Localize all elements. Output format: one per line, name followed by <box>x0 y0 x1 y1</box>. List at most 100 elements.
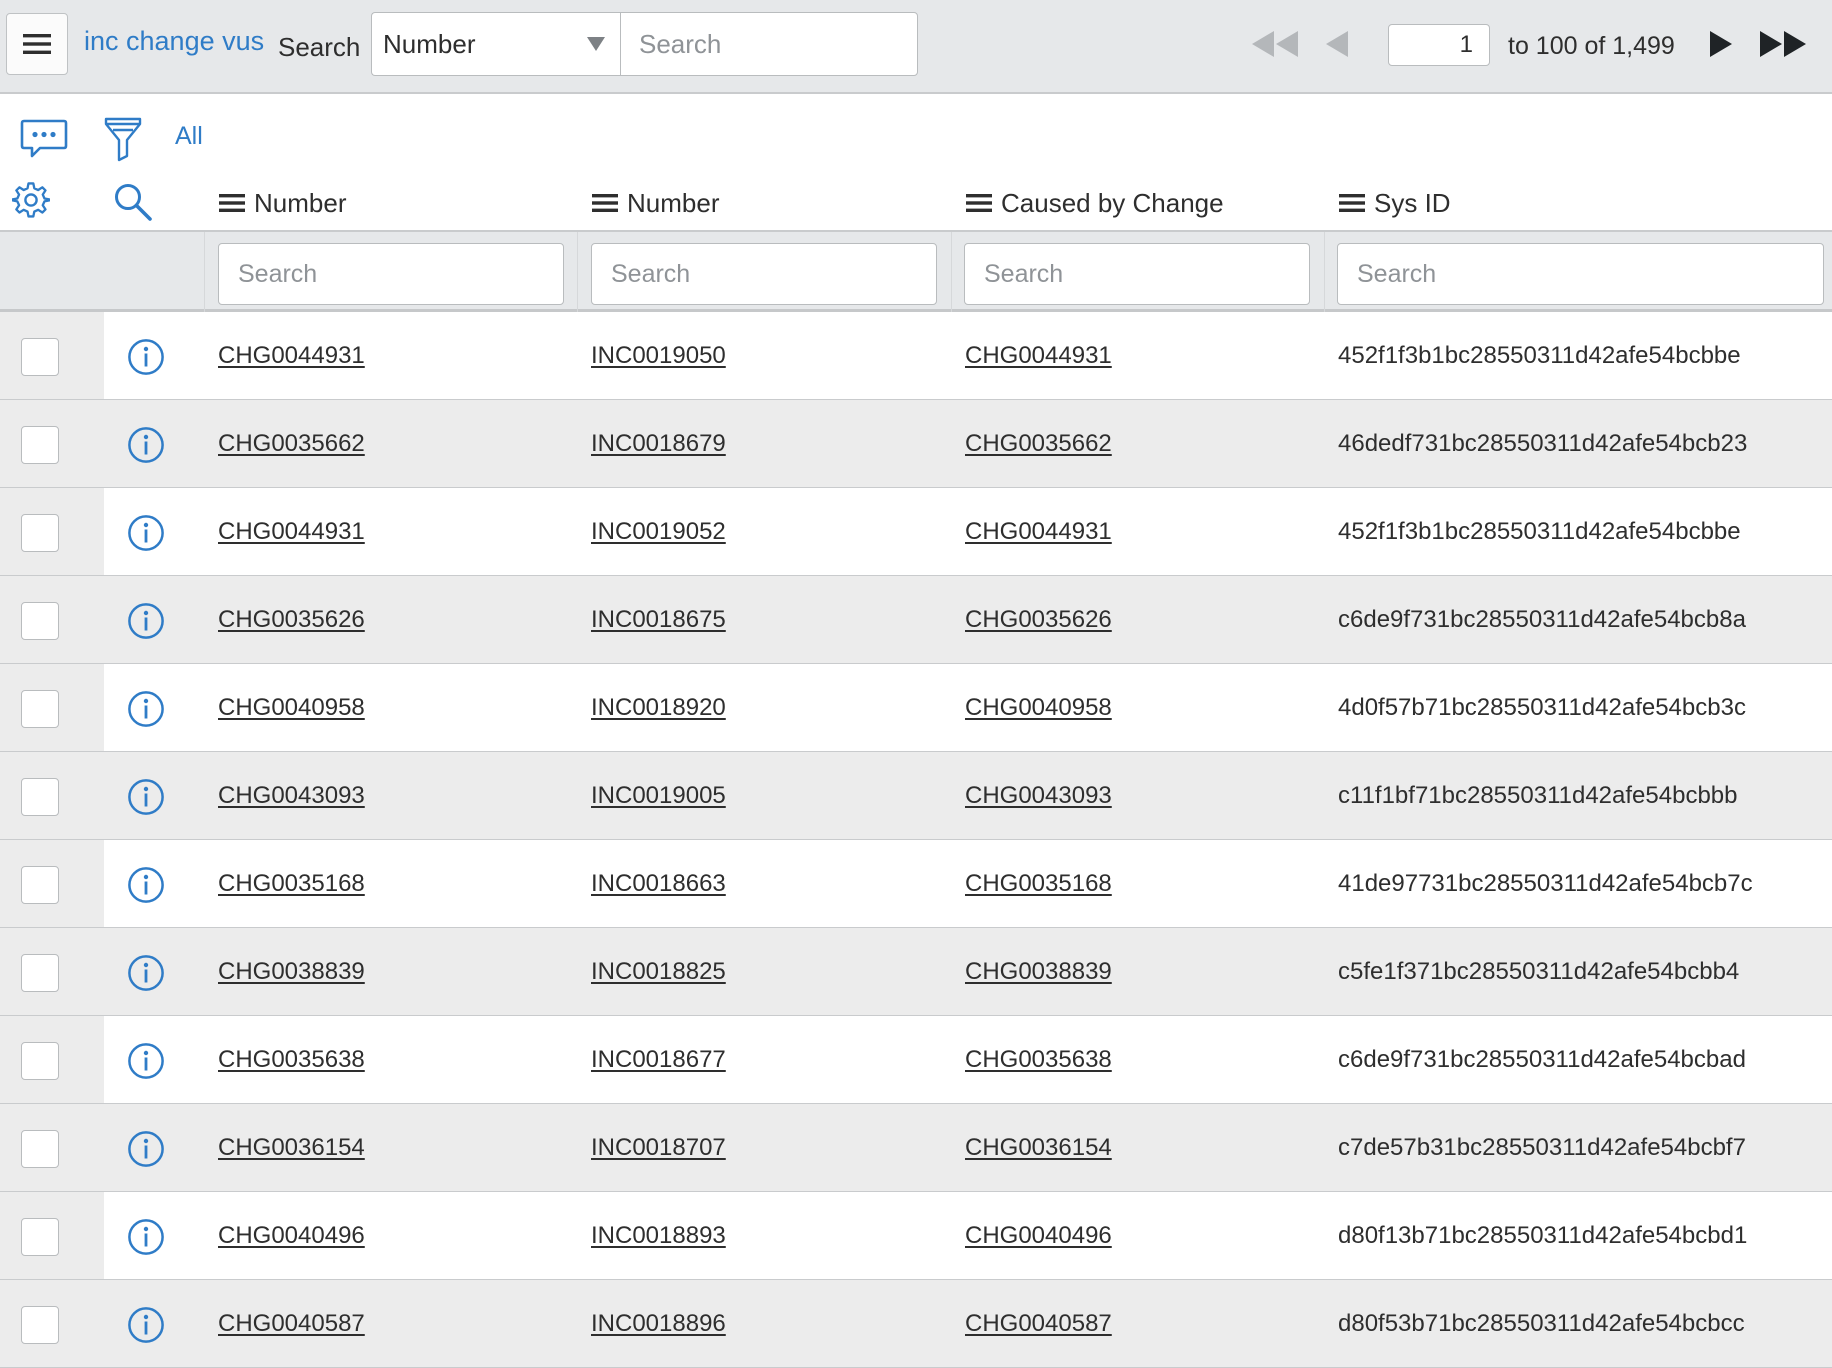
column-menu-icon[interactable] <box>592 193 618 213</box>
column-header-sys-id[interactable]: Sys ID <box>1339 186 1451 220</box>
column-menu-icon[interactable] <box>1339 193 1365 213</box>
table-row: CHG0040587 INC0018896 CHG0040587 d80f53b71b… <box>0 1280 1832 1368</box>
row-select-checkbox[interactable] <box>21 338 59 376</box>
double-right-arrow-icon <box>1760 31 1806 57</box>
caused-by-change-link[interactable]: CHG0035168 <box>965 870 1112 898</box>
incident-number-link[interactable]: INC0019052 <box>591 518 726 546</box>
caused-by-change-link[interactable]: CHG0043093 <box>965 782 1112 810</box>
info-circle-icon[interactable] <box>127 690 165 728</box>
change-number-link[interactable]: CHG0035662 <box>218 430 365 458</box>
last-page-button[interactable] <box>1756 26 1808 62</box>
caused-by-change-link[interactable]: CHG0038839 <box>965 958 1112 986</box>
change-number-link[interactable]: CHG0035168 <box>218 870 365 898</box>
caused-by-change-link[interactable]: CHG0044931 <box>965 342 1112 370</box>
table-row: CHG0035168 INC0018663 CHG0035168 41de97731b… <box>0 840 1832 928</box>
row-select-checkbox[interactable] <box>21 426 59 464</box>
row-select-checkbox[interactable] <box>21 690 59 728</box>
change-number-link[interactable]: CHG0044931 <box>218 342 365 370</box>
info-circle-icon[interactable] <box>127 1306 165 1344</box>
change-number-link[interactable]: CHG0035626 <box>218 606 365 634</box>
column-header-number[interactable]: Number <box>219 186 346 220</box>
change-number-link[interactable]: CHG0036154 <box>218 1134 365 1162</box>
gear-icon[interactable] <box>12 181 50 219</box>
column-header-caused-by-change[interactable]: Caused by Change <box>966 186 1224 220</box>
list-menu-button[interactable] <box>6 13 68 75</box>
incident-number-link[interactable]: INC0018679 <box>591 430 726 458</box>
info-circle-icon[interactable] <box>127 1130 165 1168</box>
incident-number-link[interactable]: INC0018825 <box>591 958 726 986</box>
change-number-link[interactable]: CHG0043093 <box>218 782 365 810</box>
list-search-input[interactable] <box>620 12 918 76</box>
list-title[interactable]: inc change vus <box>84 26 264 57</box>
incident-number-link[interactable]: INC0019050 <box>591 342 726 370</box>
list-header: inc change vus Search Number to 100 of 1… <box>0 0 1832 94</box>
row-select-checkbox[interactable] <box>21 514 59 552</box>
incident-number-link[interactable]: INC0018896 <box>591 1310 726 1338</box>
column-header-label: Number <box>254 187 347 218</box>
table-row: CHG0035626 INC0018675 CHG0035626 c6de9f731b… <box>0 576 1832 664</box>
sys-id-value: c6de9f731bc28550311d42afe54bcbad <box>1338 1046 1746 1073</box>
incident-number-link[interactable]: INC0018675 <box>591 606 726 634</box>
column-header-label: Sys ID <box>1374 187 1451 218</box>
change-number-link[interactable]: CHG0040496 <box>218 1222 365 1250</box>
info-circle-icon[interactable] <box>127 778 165 816</box>
page-number-input[interactable] <box>1388 24 1490 66</box>
change-number-link[interactable]: CHG0040587 <box>218 1310 365 1338</box>
change-number-link[interactable]: CHG0038839 <box>218 958 365 986</box>
info-circle-icon[interactable] <box>127 602 165 640</box>
column-menu-icon[interactable] <box>966 193 992 213</box>
column-header-incident-number[interactable]: Number <box>592 186 719 220</box>
row-select-checkbox[interactable] <box>21 602 59 640</box>
row-select-checkbox[interactable] <box>21 1042 59 1080</box>
incident-number-link[interactable]: INC0018707 <box>591 1134 726 1162</box>
table-row: CHG0040496 INC0018893 CHG0040496 d80f13b71b… <box>0 1192 1832 1280</box>
column-search-number[interactable] <box>218 243 564 305</box>
divider <box>204 232 205 312</box>
caused-by-change-link[interactable]: CHG0035626 <box>965 606 1112 634</box>
incident-number-link[interactable]: INC0018920 <box>591 694 726 722</box>
info-circle-icon[interactable] <box>127 514 165 552</box>
chat-bubble-icon[interactable] <box>20 118 68 160</box>
row-select-checkbox[interactable] <box>21 866 59 904</box>
first-page-button[interactable] <box>1250 26 1302 62</box>
info-circle-icon[interactable] <box>127 1218 165 1256</box>
caused-by-change-link[interactable]: CHG0040496 <box>965 1222 1112 1250</box>
next-page-button[interactable] <box>1706 26 1736 62</box>
search-field-value: Number <box>383 29 476 59</box>
divider <box>577 232 578 312</box>
incident-number-link[interactable]: INC0018663 <box>591 870 726 898</box>
previous-page-button[interactable] <box>1324 26 1354 62</box>
column-menu-icon[interactable] <box>219 193 245 213</box>
row-select-checkbox[interactable] <box>21 1306 59 1344</box>
incident-number-link[interactable]: INC0018893 <box>591 1222 726 1250</box>
breadcrumb-all-link[interactable]: All <box>175 122 203 151</box>
info-circle-icon[interactable] <box>127 338 165 376</box>
column-search-sys-id[interactable] <box>1337 243 1824 305</box>
row-select-checkbox[interactable] <box>21 1218 59 1256</box>
change-number-link[interactable]: CHG0040958 <box>218 694 365 722</box>
incident-number-link[interactable]: INC0019005 <box>591 782 726 810</box>
incident-number-link[interactable]: INC0018677 <box>591 1046 726 1074</box>
info-circle-icon[interactable] <box>127 954 165 992</box>
change-number-link[interactable]: CHG0035638 <box>218 1046 365 1074</box>
caused-by-change-link[interactable]: CHG0036154 <box>965 1134 1112 1162</box>
sys-id-value: 46dedf731bc28550311d42afe54bcb23 <box>1338 430 1748 457</box>
column-search-caused-by-change[interactable] <box>964 243 1310 305</box>
funnel-filter-icon[interactable] <box>104 116 142 162</box>
row-select-checkbox[interactable] <box>21 954 59 992</box>
column-search-incident-number[interactable] <box>591 243 937 305</box>
caused-by-change-link[interactable]: CHG0040587 <box>965 1310 1112 1338</box>
info-circle-icon[interactable] <box>127 866 165 904</box>
chevron-down-icon <box>587 37 605 51</box>
change-number-link[interactable]: CHG0044931 <box>218 518 365 546</box>
caused-by-change-link[interactable]: CHG0035662 <box>965 430 1112 458</box>
magnifier-search-icon[interactable] <box>113 182 153 222</box>
row-select-checkbox[interactable] <box>21 778 59 816</box>
caused-by-change-link[interactable]: CHG0044931 <box>965 518 1112 546</box>
search-field-select[interactable]: Number <box>371 12 621 76</box>
row-select-checkbox[interactable] <box>21 1130 59 1168</box>
caused-by-change-link[interactable]: CHG0035638 <box>965 1046 1112 1074</box>
info-circle-icon[interactable] <box>127 426 165 464</box>
caused-by-change-link[interactable]: CHG0040958 <box>965 694 1112 722</box>
info-circle-icon[interactable] <box>127 1042 165 1080</box>
